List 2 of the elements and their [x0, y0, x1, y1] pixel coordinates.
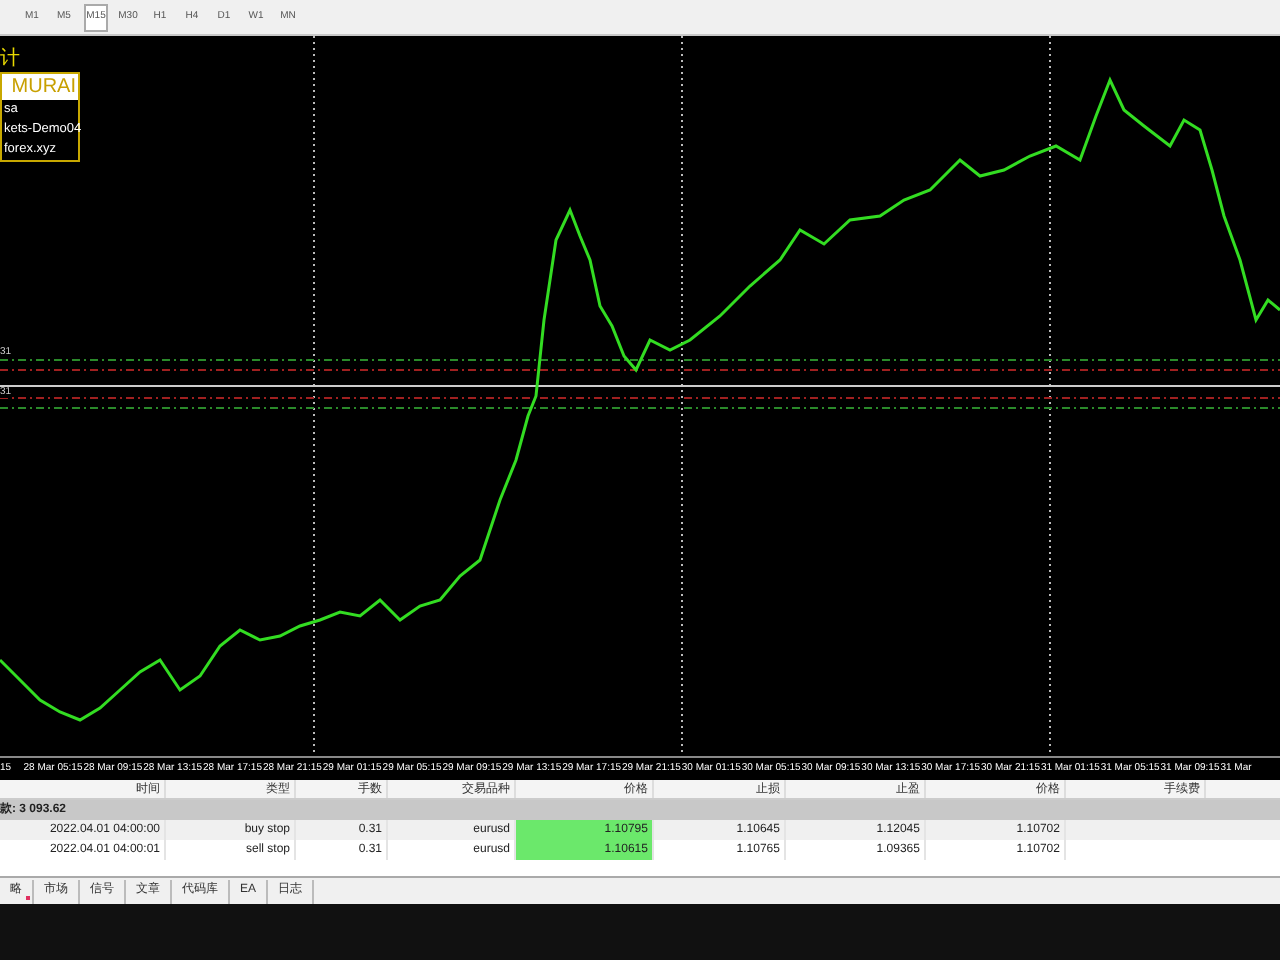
- info-header: MURAI: [2, 74, 78, 100]
- indicator-title: 计: [0, 45, 20, 74]
